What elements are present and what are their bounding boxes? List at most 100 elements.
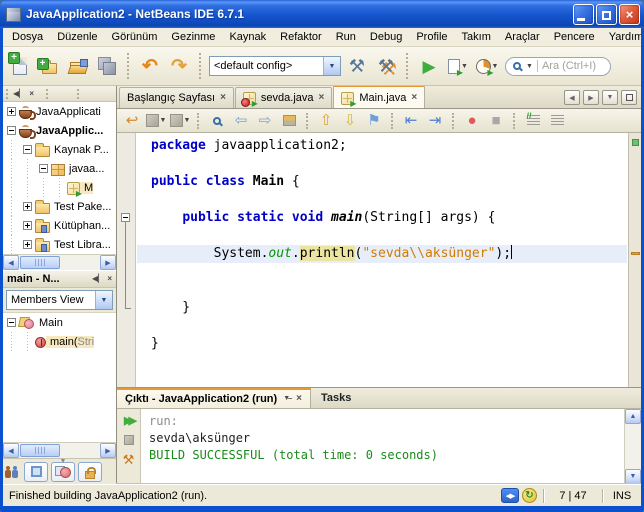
find-previous-button[interactable]: ⇦ xyxy=(230,111,252,131)
find-next-button[interactable]: ⇨ xyxy=(254,111,276,131)
close-output-icon[interactable]: × xyxy=(296,394,302,404)
expand-icon[interactable] xyxy=(19,197,35,216)
chevron-down-icon[interactable]: ▼ xyxy=(526,63,533,70)
code-line[interactable]: public static void main(String[] args) { xyxy=(137,209,627,227)
undo-button[interactable]: ↶ xyxy=(137,53,163,79)
scroll-down-icon[interactable]: ▼ xyxy=(625,469,641,484)
navigator-header[interactable]: main - N... ◀▏ × xyxy=(3,270,116,288)
build-button[interactable]: ⚒ xyxy=(344,53,370,79)
code-line[interactable] xyxy=(137,263,627,281)
drag-grip[interactable] xyxy=(45,88,49,99)
close-tab-icon[interactable]: × xyxy=(411,92,417,103)
collapse-handle-icon[interactable]: ▼ xyxy=(60,459,67,465)
show-fields-button[interactable] xyxy=(24,461,48,482)
chevron-down-icon[interactable]: ▼ xyxy=(95,291,112,309)
project-tree-item[interactable]: Kaynak P... xyxy=(3,140,116,159)
shift-line-right-button[interactable]: ⇥ xyxy=(424,111,446,131)
start-macro-recording-button[interactable]: ■ xyxy=(485,111,507,131)
arrows-icon[interactable]: ◀▶ xyxy=(501,488,519,503)
comment-button[interactable] xyxy=(522,111,544,131)
project-tree-item[interactable]: JavaApplic... xyxy=(3,121,116,140)
menu-item-kaynak[interactable]: Kaynak xyxy=(222,29,273,45)
menu-item-debug[interactable]: Debug xyxy=(363,29,409,45)
projects-hscrollbar[interactable]: ◀ ▶ xyxy=(3,254,116,270)
menu-item-yardım[interactable]: Yardım xyxy=(602,29,641,45)
show-inherited-members-icon[interactable] xyxy=(5,465,21,478)
new-project-button[interactable] xyxy=(36,53,62,79)
back-button[interactable]: ▼ xyxy=(145,111,167,131)
tab-ba-lang-sayfas-[interactable]: Başlangıç Sayfası × xyxy=(119,87,234,108)
collapse-icon[interactable] xyxy=(19,140,35,159)
code-line[interactable] xyxy=(137,155,627,173)
menu-item-refaktor[interactable]: Refaktor xyxy=(273,29,329,45)
error-stripe[interactable] xyxy=(628,133,641,387)
output-console[interactable]: run: sevda\aksünger BUILD SUCCESSFUL (tota… xyxy=(141,409,624,484)
maximize-button[interactable] xyxy=(596,3,617,25)
members-view-select[interactable]: Members View ▼ xyxy=(6,290,113,310)
project-tree-item[interactable]: javaa... xyxy=(3,159,116,178)
scroll-thumb[interactable] xyxy=(20,444,60,457)
code-line[interactable]: package javaapplication2; xyxy=(137,137,627,155)
fold-collapse-icon[interactable] xyxy=(121,213,130,222)
project-tree-item[interactable]: Test Pake... xyxy=(3,197,116,216)
next-occurrence-button[interactable]: ⇩ xyxy=(339,111,361,131)
collapse-icon[interactable] xyxy=(3,313,19,332)
collapse-icon[interactable] xyxy=(35,159,51,178)
menu-item-düzenle[interactable]: Düzenle xyxy=(50,29,104,45)
output-vscrollbar[interactable]: ▲ ▼ xyxy=(624,409,641,484)
scroll-tabs-right-button[interactable]: ▶ xyxy=(583,90,599,105)
scroll-up-icon[interactable]: ▲ xyxy=(625,409,641,424)
close-window-group-icon[interactable]: × xyxy=(29,89,34,99)
refresh-icon[interactable]: ↻ xyxy=(522,488,537,503)
minimize-window-group-icon[interactable]: ◀▏ xyxy=(13,89,25,99)
drag-grip[interactable] xyxy=(6,88,9,99)
scroll-right-icon[interactable]: ▶ xyxy=(100,443,116,458)
open-project-button[interactable] xyxy=(65,53,91,79)
expand-icon[interactable] xyxy=(3,102,19,121)
navigator-tree-item[interactable]: main(Stri xyxy=(3,332,116,351)
tab-list-dropdown-button[interactable]: ▼ xyxy=(602,90,618,105)
title-bar[interactable]: JavaApplication2 - NetBeans IDE 6.7.1 × xyxy=(0,0,644,28)
close-tab-icon[interactable]: × xyxy=(319,93,325,103)
show-non-public-members-button[interactable] xyxy=(78,461,102,482)
find-selection-button[interactable] xyxy=(206,111,228,131)
save-all-button[interactable] xyxy=(94,53,120,79)
code-line[interactable] xyxy=(137,191,627,209)
profile-button[interactable]: ▼ xyxy=(474,53,500,79)
debug-button[interactable]: ▼ xyxy=(445,53,471,79)
stop-button[interactable] xyxy=(120,432,138,448)
ant-settings-button[interactable]: ⚒ xyxy=(120,452,138,468)
menu-item-görünüm[interactable]: Görünüm xyxy=(105,29,165,45)
menu-item-dosya[interactable]: Dosya xyxy=(5,29,50,45)
scroll-thumb[interactable] xyxy=(20,256,60,269)
code-line[interactable] xyxy=(137,227,627,245)
chevron-down-icon[interactable]: ▼ xyxy=(323,57,340,75)
shift-line-left-button[interactable]: ⇤ xyxy=(400,111,422,131)
menu-item-takım[interactable]: Takım xyxy=(455,29,498,45)
scroll-tabs-left-button[interactable]: ◀ xyxy=(564,90,580,105)
minimize-button[interactable] xyxy=(573,3,594,25)
tab-main-java[interactable]: Main.java × xyxy=(333,86,426,108)
code-line[interactable] xyxy=(137,281,627,299)
menu-item-pencere[interactable]: Pencere xyxy=(547,29,602,45)
code-line[interactable]: } xyxy=(137,299,627,317)
expand-icon[interactable] xyxy=(19,235,35,254)
forward-button[interactable]: ▼ xyxy=(169,111,191,131)
navigator-hscrollbar[interactable]: ◀ ▶ xyxy=(3,442,116,458)
code-line[interactable] xyxy=(137,317,627,335)
close-button[interactable]: × xyxy=(619,3,640,25)
scroll-right-icon[interactable]: ▶ xyxy=(100,255,116,270)
project-tree-item[interactable]: JavaApplicati xyxy=(3,102,116,121)
menu-item-profile[interactable]: Profile xyxy=(409,29,454,45)
project-tree-item[interactable]: Test Libra... xyxy=(3,235,116,254)
drag-grip[interactable] xyxy=(76,88,80,99)
uncomment-button[interactable] xyxy=(546,111,568,131)
minimize-window-group-icon[interactable]: ◀▏ xyxy=(92,274,104,284)
previous-occurrence-button[interactable]: ⇧ xyxy=(315,111,337,131)
redo-button[interactable]: ↷ xyxy=(166,53,192,79)
rerun-button[interactable]: ▶▶ xyxy=(120,412,138,428)
output-tab[interactable]: Çıktı - JavaApplication2 (run) ▼̶ × xyxy=(117,388,311,408)
run-button[interactable]: ▶ xyxy=(416,53,442,79)
close-window-group-icon[interactable]: × xyxy=(107,274,112,284)
scroll-left-icon[interactable]: ◀ xyxy=(3,255,19,270)
